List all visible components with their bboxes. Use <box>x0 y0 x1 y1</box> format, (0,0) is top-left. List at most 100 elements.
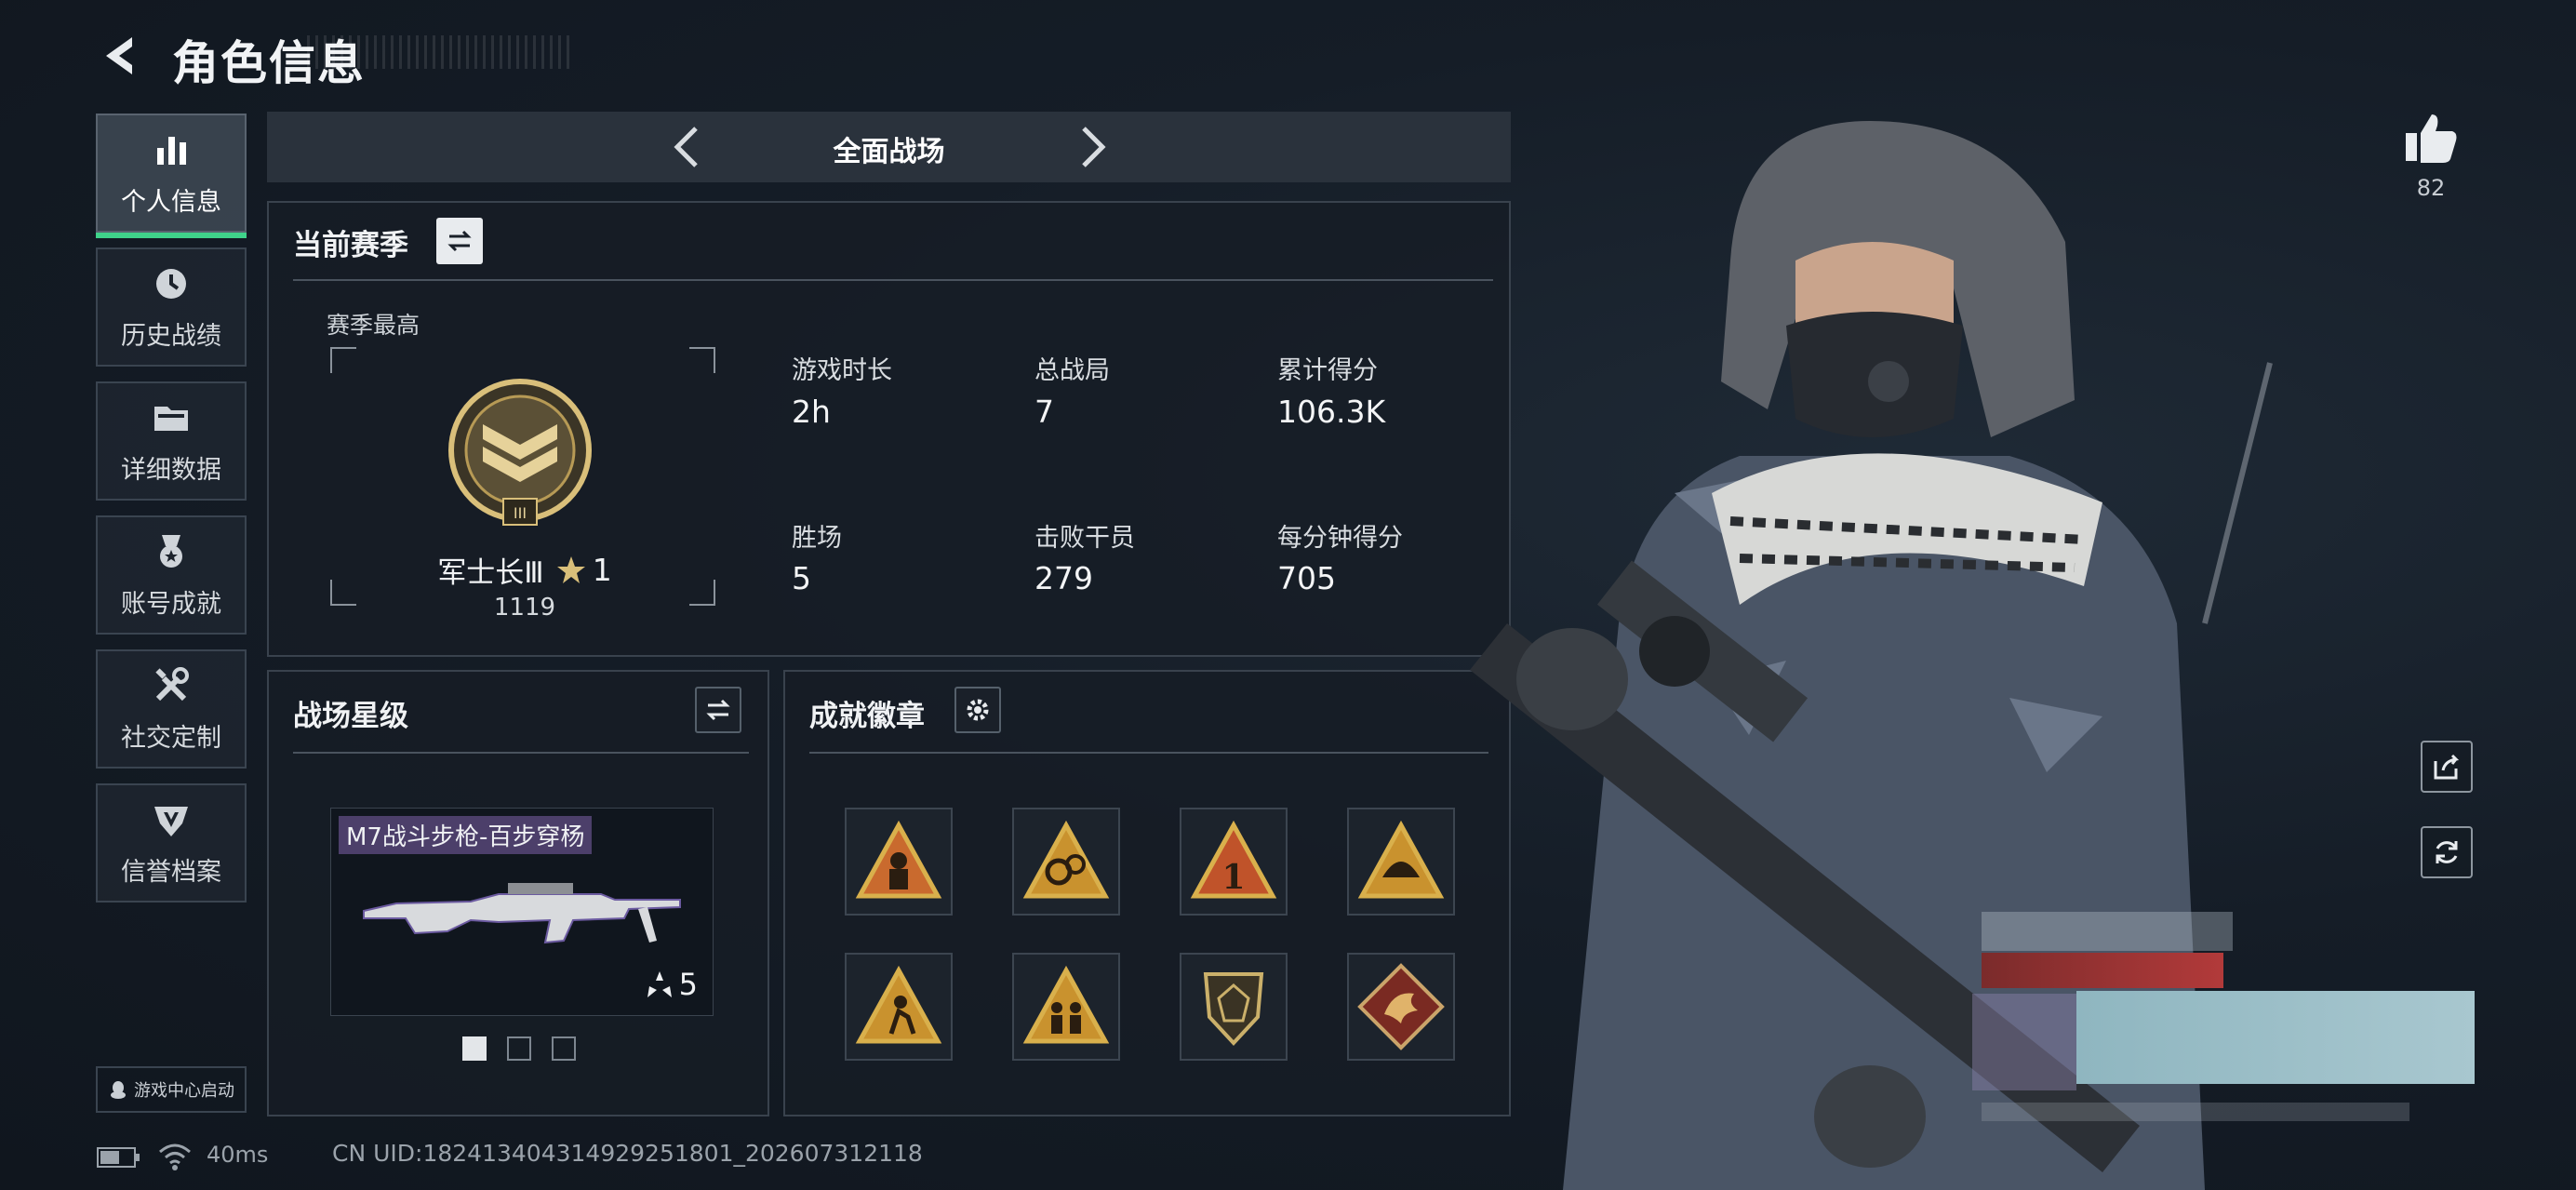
sidebar-item-label: 详细数据 <box>121 455 221 485</box>
sidebar-item-credit[interactable]: 信誉档案 <box>96 783 247 903</box>
achievement-title: 成就徽章 <box>809 700 925 733</box>
rank-stars: 1 <box>592 552 612 588</box>
history-icon <box>156 268 186 299</box>
player-banner-blurred <box>2076 991 2475 1084</box>
folder-icon <box>154 406 188 431</box>
player-name-blurred <box>1982 912 2233 951</box>
star-level-divider <box>293 752 749 754</box>
rank-name: 军士长Ⅲ <box>437 556 544 590</box>
gears-badge[interactable] <box>1012 808 1120 916</box>
crest-badge-icon <box>1203 972 1264 1046</box>
bar-chart-icon <box>157 136 186 165</box>
weapon-level: 5 <box>678 967 698 1002</box>
stat-value-playtime: 2h <box>792 394 831 430</box>
share-button[interactable] <box>2421 741 2473 793</box>
like-button[interactable] <box>2400 107 2462 168</box>
achievement-panel: 成就徽章 1 <box>783 670 1511 1116</box>
star-level-title: 战场星级 <box>293 700 408 733</box>
battery-icon <box>97 1147 140 1168</box>
stat-label-playtime: 游戏时长 <box>792 356 892 385</box>
back-arrow-icon <box>106 37 132 74</box>
sidebar-item-label: 账号成就 <box>121 589 221 619</box>
weapon-level-row: 5 <box>644 967 698 1002</box>
back-button[interactable] <box>93 28 149 84</box>
mode-label: 全面战场 <box>833 136 945 168</box>
season-best-label: 赛季最高 <box>327 312 420 339</box>
soldier-badge[interactable] <box>845 808 953 916</box>
mode-selector: 全面战场 <box>267 112 1511 182</box>
rank-emblem-icon: III <box>448 379 592 526</box>
stars-level-icon <box>647 971 672 997</box>
runner-badge-icon <box>855 965 942 1044</box>
gears-badge-icon <box>1022 820 1110 899</box>
title-decoration <box>307 35 572 69</box>
player-avatar-blurred <box>1972 994 2076 1090</box>
rifle-icon <box>363 883 681 944</box>
season-divider <box>293 279 1493 281</box>
rank-roman: III <box>514 504 527 522</box>
game-center-launch-button[interactable]: 游戏中心启动 <box>96 1066 247 1113</box>
sidebar-item-label: 个人信息 <box>121 187 221 217</box>
number-one-badge[interactable]: 1 <box>1180 808 1288 916</box>
squad-badge[interactable] <box>1012 953 1120 1061</box>
sidebar-item-label: 历史战绩 <box>121 321 221 351</box>
stat-label-matches: 总战局 <box>1034 356 1110 385</box>
crest-badge[interactable] <box>1180 953 1288 1061</box>
squad-badge-icon <box>1022 965 1110 1044</box>
game-center-label: 游戏中心启动 <box>134 1081 234 1101</box>
shield-icon <box>154 806 188 836</box>
swap-icon <box>706 699 730 721</box>
star-level-switch-button[interactable] <box>695 687 741 733</box>
qq-icon <box>111 1081 126 1099</box>
star-level-panel: 战场星级 M7战斗步枪-百步穿杨 5 <box>267 670 769 1116</box>
stat-label-score-per-minute: 每分钟得分 <box>1277 524 1403 553</box>
rank-score: 1119 <box>493 594 556 622</box>
share-icon <box>2434 754 2460 780</box>
stat-label-total-score: 累计得分 <box>1277 356 1378 385</box>
sidebar-item-details[interactable]: 详细数据 <box>96 381 247 501</box>
stat-label-wins: 胜场 <box>792 524 842 553</box>
player-subtitle-blurred <box>1982 1103 2409 1121</box>
rank-name-row: 军士长Ⅲ 1 <box>422 549 627 591</box>
svg-text:1: 1 <box>1221 858 1245 897</box>
runner-badge[interactable] <box>845 953 953 1061</box>
wifi-icon <box>159 1143 191 1170</box>
sidebar-item-label: 信誉档案 <box>121 857 221 887</box>
weapon-name: M7战斗步枪-百步穿杨 <box>339 816 593 854</box>
sidebar-item-label: 社交定制 <box>121 723 221 753</box>
soldier-badge-icon <box>855 820 942 899</box>
achievement-divider <box>809 752 1488 754</box>
star-icon <box>556 555 585 583</box>
player-tag-blurred <box>1982 953 2223 988</box>
like-count: 82 <box>2416 175 2446 201</box>
tools-icon <box>155 666 189 701</box>
stat-value-kills: 279 <box>1034 560 1093 596</box>
season-panel: 当前赛季 赛季最高 III 军士长Ⅲ 1 1119 游戏时长 2h 总战局 7 … <box>267 201 1511 657</box>
number-one-badge-icon: 1 <box>1190 820 1277 899</box>
sidebar-item-profile[interactable]: 个人信息 <box>96 114 247 238</box>
refresh-icon <box>2436 841 2458 863</box>
season-title: 当前赛季 <box>293 229 408 262</box>
page-dot-1[interactable] <box>462 1036 487 1061</box>
refresh-button[interactable] <box>2421 826 2473 878</box>
sidebar-item-social[interactable]: 社交定制 <box>96 649 247 769</box>
stat-value-matches: 7 <box>1034 394 1054 430</box>
stat-label-kills: 击败干员 <box>1034 524 1135 553</box>
weapon-card[interactable]: M7战斗步枪-百步穿杨 5 <box>330 808 714 1016</box>
season-switch-button[interactable] <box>436 218 483 264</box>
player-uid: CN UID:182413404314929251801_20260731211… <box>332 1140 923 1167</box>
sidebar-item-achievements[interactable]: 账号成就 <box>96 515 247 635</box>
gear-icon <box>967 699 989 721</box>
page-dot-2[interactable] <box>507 1036 531 1061</box>
swap-icon <box>447 230 472 252</box>
stat-value-total-score: 106.3K <box>1277 394 1386 430</box>
achievement-settings-button[interactable] <box>954 687 1001 733</box>
medal-icon <box>160 534 182 568</box>
stat-value-wins: 5 <box>792 560 811 596</box>
thumbs-up-icon <box>2406 114 2457 163</box>
next-mode-button[interactable] <box>1065 121 1117 173</box>
stat-value-score-per-minute: 705 <box>1277 560 1336 596</box>
sidebar-item-history[interactable]: 历史战绩 <box>96 247 247 367</box>
chevron-right-icon <box>1082 127 1106 167</box>
page-dot-3[interactable] <box>552 1036 576 1061</box>
